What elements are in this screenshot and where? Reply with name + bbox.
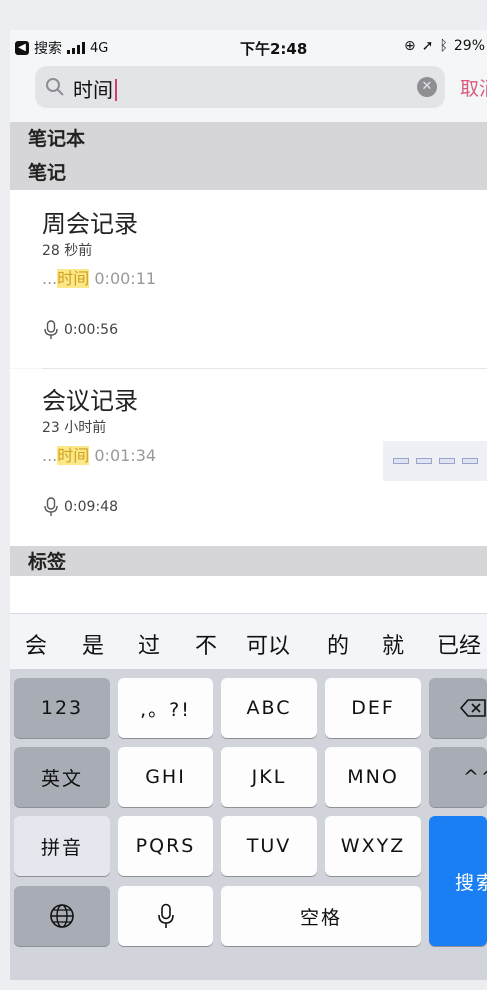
- note-item[interactable]: 周会记录 28 秒前 ...时间 0:00:11 0:00:56: [10, 190, 487, 368]
- key-mno[interactable]: MNO: [325, 747, 421, 807]
- key-jkl[interactable]: JKL: [221, 747, 317, 807]
- key-def[interactable]: DEF: [325, 678, 421, 738]
- key-pqrs[interactable]: PQRS: [118, 816, 213, 876]
- microphone-icon: [157, 903, 174, 928]
- note-time: 23 小时前: [42, 420, 107, 436]
- key-tuv[interactable]: TUV: [221, 816, 317, 876]
- voice-key[interactable]: [118, 886, 213, 946]
- globe-key[interactable]: [14, 886, 110, 946]
- back-label: 搜索: [34, 41, 62, 57]
- candidate-item[interactable]: 就: [382, 628, 404, 660]
- note-title: 周会记录: [42, 210, 138, 238]
- globe-icon: [50, 904, 74, 928]
- tag-list-area: [10, 576, 487, 613]
- candidate-item[interactable]: 会: [25, 628, 47, 660]
- search-icon: [46, 78, 64, 96]
- space-key[interactable]: 空格: [221, 886, 421, 946]
- candidate-item[interactable]: 不: [195, 628, 217, 660]
- search-row: 时间 ✕ 取消: [10, 66, 487, 110]
- cancel-button[interactable]: 取消: [460, 74, 487, 101]
- candidate-item[interactable]: 是: [82, 628, 104, 660]
- note-duration: 0:09:48: [44, 497, 118, 517]
- section-tags: 标签: [10, 546, 487, 576]
- search-input[interactable]: 时间 ✕: [35, 66, 445, 108]
- key-wxyz[interactable]: WXYZ: [325, 816, 421, 876]
- candidate-item[interactable]: 可以: [246, 628, 290, 660]
- note-thumbnail: [383, 441, 487, 481]
- back-to-search[interactable]: ◀ 搜索 4G: [15, 38, 108, 58]
- microphone-icon: [44, 320, 58, 339]
- location-icon: ➚: [421, 38, 434, 54]
- section-notes: 笔记: [10, 156, 487, 190]
- note-snippet: ...时间 0:00:11: [42, 269, 157, 288]
- clear-icon[interactable]: ✕: [417, 77, 437, 97]
- search-key[interactable]: 搜索: [429, 816, 487, 946]
- candidate-bar: 会 是 过 不 可以 的 就 已经: [10, 613, 487, 669]
- note-title: 会议记录: [42, 387, 138, 415]
- snippet-highlight: 时间: [57, 269, 90, 288]
- delete-icon: [460, 699, 486, 717]
- bluetooth-icon: ᛒ: [439, 38, 448, 54]
- key-english[interactable]: 英文: [14, 747, 110, 807]
- status-icons: ⊕ ➚ ᛒ 29%: [404, 38, 485, 54]
- screen: ◀ 搜索 4G 下午2:48 ⊕ ➚ ᛒ 29% 时间 ✕ 取消 笔记本 笔记: [10, 30, 487, 980]
- lock-rotation-icon: ⊕: [404, 38, 416, 54]
- note-time: 28 秒前: [42, 243, 93, 259]
- candidate-item[interactable]: 过: [138, 628, 160, 660]
- key-pinyin[interactable]: 拼音: [14, 816, 110, 876]
- key-abc[interactable]: ABC: [221, 678, 317, 738]
- key-ghi[interactable]: GHI: [118, 747, 213, 807]
- microphone-icon: [44, 497, 58, 516]
- search-value: 时间: [73, 74, 117, 103]
- signal-icon: [67, 42, 85, 54]
- snippet-highlight: 时间: [57, 446, 90, 465]
- section-notebooks: 笔记本: [10, 122, 487, 156]
- delete-key[interactable]: [429, 678, 487, 738]
- back-arrow-icon: ◀: [15, 41, 29, 55]
- key-123[interactable]: 123: [14, 678, 110, 738]
- network-type: 4G: [90, 40, 109, 56]
- key-caret[interactable]: ^^: [429, 747, 487, 807]
- status-bar: ◀ 搜索 4G 下午2:48 ⊕ ➚ ᛒ 29%: [10, 30, 487, 62]
- clock: 下午2:48: [240, 40, 308, 58]
- candidate-item[interactable]: 的: [327, 628, 349, 660]
- keyboard: 123 ,。?! ABC DEF 英文 GHI JKL MNO ^^ 拼音 PQ…: [10, 669, 487, 980]
- note-item[interactable]: 会议记录 23 小时前 ...时间 0:01:34 0:09:48: [10, 369, 487, 546]
- key-punctuation[interactable]: ,。?!: [118, 678, 213, 738]
- note-duration: 0:00:56: [44, 320, 118, 340]
- note-snippet: ...时间 0:01:34: [42, 446, 157, 465]
- candidate-item[interactable]: 已经: [437, 628, 481, 660]
- battery-level: 29%: [453, 38, 485, 54]
